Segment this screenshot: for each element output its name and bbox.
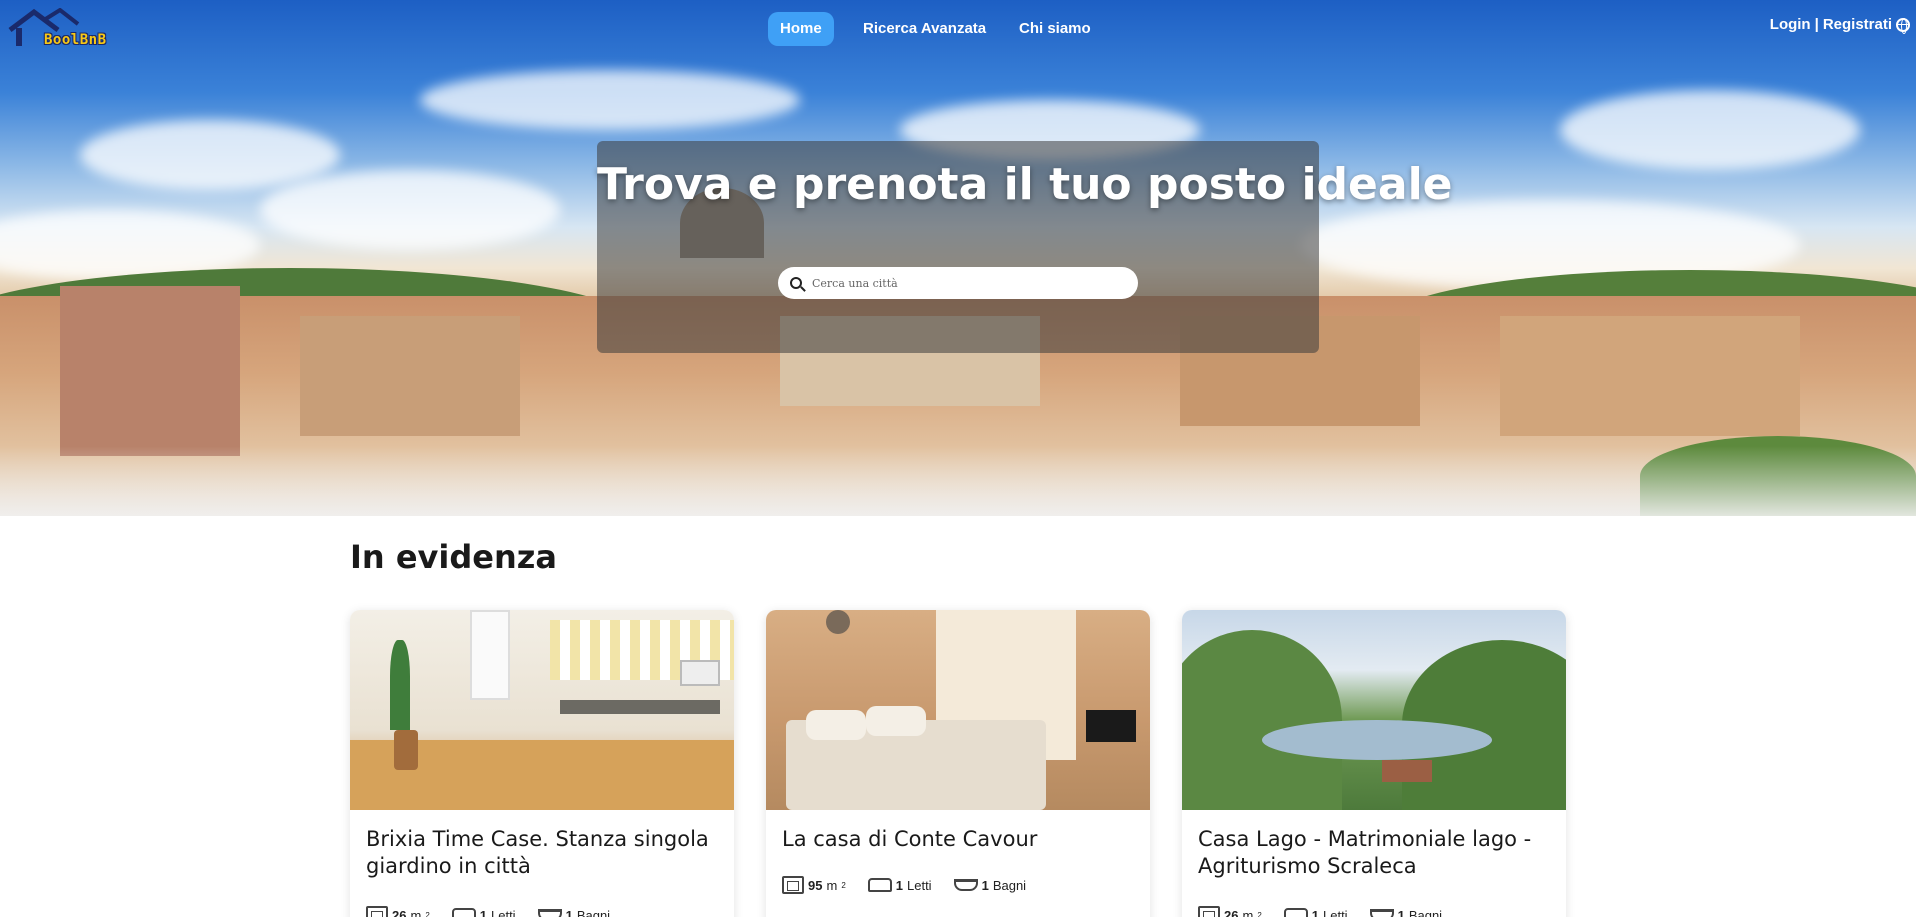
listing-photo[interactable]: [1182, 610, 1566, 810]
area-icon: [1198, 906, 1220, 917]
hero-search-panel: Trova e prenota il tuo posto ideale: [597, 141, 1453, 353]
feature-area: 95 m2: [782, 876, 846, 894]
listing-card[interactable]: La casa di Conte Cavour 95 m2 1 Letti 1 …: [766, 610, 1150, 917]
city-search-input[interactable]: [812, 276, 1112, 290]
area-icon: [782, 876, 804, 894]
cloud-decoration: [1560, 90, 1860, 170]
building-decoration: [60, 286, 240, 456]
hero-title: Trova e prenota il tuo posto ideale: [597, 159, 1453, 210]
pillow: [866, 706, 926, 736]
listing-title[interactable]: La casa di Conte Cavour: [782, 826, 1138, 853]
feature-baths: 1 Bagni: [1369, 906, 1442, 917]
nav-item-home[interactable]: Home: [768, 12, 834, 46]
listing-photo[interactable]: [766, 610, 1150, 810]
feature-area: 26 m2: [1198, 906, 1262, 917]
bathtub-icon: [537, 909, 562, 917]
listing-photo[interactable]: [350, 610, 734, 810]
listing-title[interactable]: Brixia Time Case. Stanza singola giardin…: [366, 826, 722, 880]
bed-icon: [1283, 908, 1308, 917]
listing-features: 26 m2 1 Letti 1 Bagni: [1198, 906, 1442, 917]
search-icon[interactable]: [790, 277, 802, 289]
cloud-decoration: [80, 120, 340, 190]
feature-baths: 1 Bagni: [953, 876, 1026, 894]
main-nav: Home Ricerca Avanzata Chi siamo: [0, 12, 1916, 46]
microwave: [680, 660, 720, 686]
listing-features: 95 m2 1 Letti 1 Bagni: [782, 876, 1026, 894]
auth-links: Login | Registrati: [1770, 16, 1910, 34]
register-link[interactable]: Registrati: [1823, 16, 1892, 33]
feature-beds: 1 Letti: [867, 876, 932, 894]
house-roof: [1382, 760, 1432, 782]
television: [1086, 710, 1136, 742]
bed-icon: [867, 878, 892, 892]
cloud-decoration: [260, 170, 560, 250]
search-bar[interactable]: [778, 267, 1138, 299]
wall-clock: [826, 610, 850, 634]
listing-card[interactable]: Brixia Time Case. Stanza singola giardin…: [350, 610, 734, 917]
nav-item-chi-siamo[interactable]: Chi siamo: [1007, 12, 1103, 46]
bathtub-icon: [1369, 909, 1394, 917]
bed-icon: [451, 908, 476, 917]
plant: [390, 640, 410, 730]
mountain: [1182, 630, 1342, 810]
building-decoration: [1500, 316, 1800, 436]
counter: [560, 700, 720, 714]
hero-fade: [0, 446, 1916, 516]
auth-separator: |: [1814, 16, 1819, 33]
section-title: In evidenza: [350, 538, 557, 576]
listing-title[interactable]: Casa Lago - Matrimoniale lago - Agrituri…: [1198, 826, 1554, 880]
cloud-decoration: [420, 70, 800, 130]
building-decoration: [300, 316, 520, 436]
login-link[interactable]: Login: [1770, 16, 1811, 33]
bathtub-icon: [953, 879, 978, 891]
plant-pot: [394, 730, 418, 770]
lake: [1262, 720, 1492, 760]
area-icon: [366, 906, 388, 917]
listing-card[interactable]: Casa Lago - Matrimoniale lago - Agrituri…: [1182, 610, 1566, 917]
window: [470, 610, 510, 700]
feature-beds: 1 Letti: [1283, 906, 1348, 917]
featured-cards: Brixia Time Case. Stanza singola giardin…: [350, 610, 1566, 917]
pillow: [806, 710, 866, 740]
listing-features: 26 m2 1 Letti 1 Bagni: [366, 906, 610, 917]
globe-icon[interactable]: [1896, 17, 1910, 34]
feature-beds: 1 Letti: [451, 906, 516, 917]
nav-item-ricerca-avanzata[interactable]: Ricerca Avanzata: [851, 12, 998, 46]
feature-area: 26 m2: [366, 906, 430, 917]
feature-baths: 1 Bagni: [537, 906, 610, 917]
